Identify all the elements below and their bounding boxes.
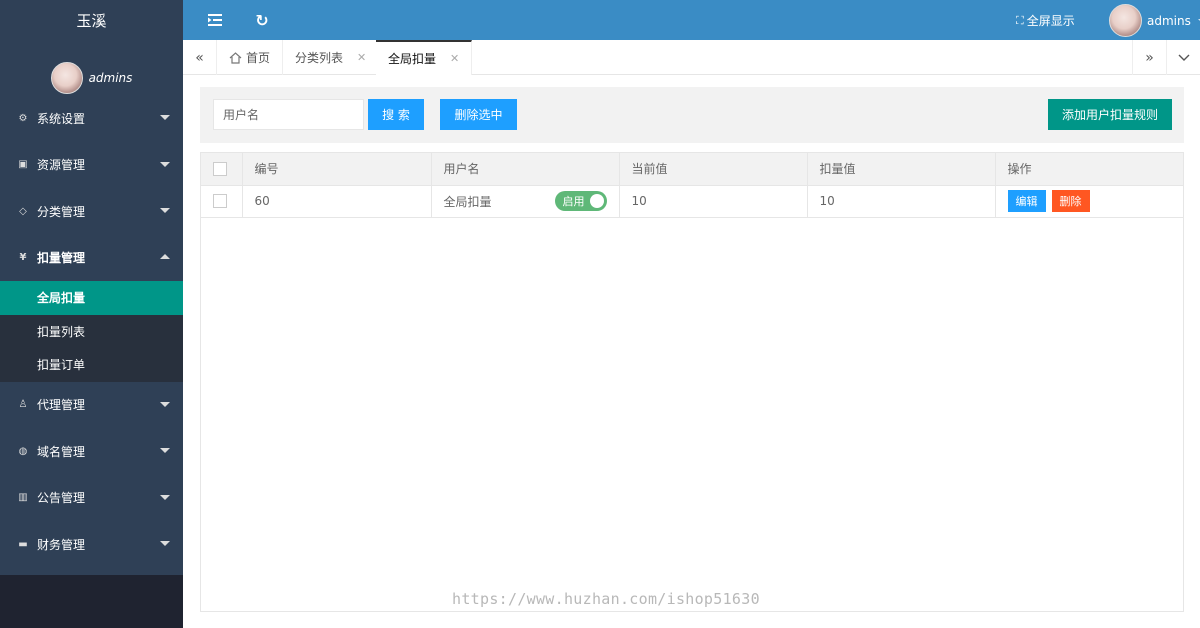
tab-scroll-right-button[interactable]: »: [1132, 40, 1166, 75]
sidebar-item-domains[interactable]: ◍ 域名管理: [0, 428, 183, 475]
book-icon: ▥: [18, 492, 28, 504]
username-search-input[interactable]: [213, 99, 364, 130]
cell-current: 10: [619, 185, 808, 218]
app-title: 玉溪: [0, 0, 183, 40]
play-icon: ▣: [18, 159, 28, 171]
gear-icon: ⚙: [18, 112, 28, 124]
chevron-down-icon: [160, 208, 170, 213]
sidebar-item-announcements[interactable]: ▥ 公告管理: [0, 475, 183, 522]
chevron-down-icon: [160, 494, 170, 500]
sidebar-user[interactable]: admins: [0, 55, 183, 100]
sidebar-item-deduction[interactable]: ¥ 扣量管理: [0, 235, 183, 282]
tab-category-list[interactable]: 分类列表 ✕: [283, 40, 380, 75]
tab-scroll-left-button[interactable]: «: [183, 40, 217, 75]
sidebar-item-label: 代理管理: [37, 398, 86, 413]
tab-bar: « 首页 分类列表 ✕ 全局扣量 ✕ »: [183, 40, 1200, 75]
sidebar-item-agents[interactable]: ♙ 代理管理: [0, 382, 183, 429]
tab-home[interactable]: 首页: [217, 40, 284, 75]
data-table: 编号 用户名 当前值 扣量值 操作 60 全局扣量 启用 10 10 编辑 删除: [200, 152, 1184, 612]
toggle-label: 启用: [562, 195, 585, 208]
chevron-down-icon: [160, 401, 170, 407]
menu-toggle-button[interactable]: [205, 10, 225, 30]
sidebar-user-name: admins: [88, 70, 133, 85]
avatar[interactable]: [50, 61, 83, 94]
sidebar: 玉溪 admins ⚙ 系统设置 ▣ 资源管理 ◇ 分类管理 ¥ 扣量管理 全局…: [0, 0, 183, 628]
sidebar-item-label: 扣量管理: [37, 251, 86, 266]
column-header-deduct[interactable]: 扣量值: [807, 153, 996, 186]
row-select-cell: [201, 185, 243, 218]
sidebar-item-label: 公告管理: [37, 491, 86, 506]
sidebar-footer: [0, 575, 183, 628]
sidebar-item-label: 财务管理: [37, 537, 86, 552]
sidebar-item-label: 域名管理: [37, 444, 86, 459]
select-all-checkbox[interactable]: [213, 162, 227, 176]
sidebar-subitem-global-deduction[interactable]: 全局扣量: [0, 281, 183, 315]
refresh-icon: ↻: [255, 10, 269, 30]
sidebar-item-categories[interactable]: ◇ 分类管理: [0, 188, 183, 235]
user-icon: ♙: [18, 399, 28, 411]
sidebar-item-finance[interactable]: ▬ 财务管理: [0, 521, 183, 568]
close-icon[interactable]: ✕: [357, 51, 366, 64]
sidebar-item-system-settings[interactable]: ⚙ 系统设置: [0, 95, 183, 142]
watermark-text: https://www.huzhan.com/ishop51630: [452, 590, 760, 608]
indent-icon: [208, 14, 222, 26]
fullscreen-icon: ⛶: [1016, 13, 1024, 27]
enable-toggle[interactable]: 启用: [554, 191, 607, 211]
double-chevron-right-icon: »: [1145, 49, 1154, 66]
row-checkbox[interactable]: [213, 194, 227, 209]
sidebar-item-label: 分类管理: [37, 204, 86, 219]
header-user-name: admins: [1147, 13, 1191, 28]
toggle-knob: [589, 194, 604, 208]
chevron-down-icon: [1178, 54, 1189, 61]
cell-username: 全局扣量 启用: [431, 185, 620, 218]
top-header: ↻ ⛶ 全屏显示 admins: [183, 0, 1200, 40]
select-all-cell: [201, 153, 243, 186]
cell-id: 60: [242, 185, 432, 218]
search-toolbar: 搜 索 删除选中 添加用户扣量规则: [200, 87, 1184, 143]
chevron-up-icon: [160, 253, 170, 259]
wallet-icon: ▬: [18, 538, 28, 550]
column-header-username[interactable]: 用户名: [431, 153, 620, 186]
globe-icon: ◍: [18, 445, 28, 457]
chevron-down-icon: [160, 541, 170, 546]
chevron-down-icon: [160, 115, 170, 120]
tab-label: 首页: [246, 51, 271, 65]
sidebar-subitem-deduction-orders[interactable]: 扣量订单: [0, 348, 183, 382]
username-text: 全局扣量: [443, 194, 492, 209]
tab-options-button[interactable]: [1166, 40, 1200, 75]
chevron-down-icon: [160, 161, 170, 167]
table-header-row: 编号 用户名 当前值 扣量值 操作: [201, 153, 1183, 186]
sidebar-nav: ⚙ 系统设置 ▣ 资源管理 ◇ 分类管理 ¥ 扣量管理 全局扣量 扣量列表 扣量…: [0, 95, 183, 568]
header-user-menu[interactable]: admins: [1109, 4, 1200, 37]
tab-label: 全局扣量: [388, 52, 437, 66]
cell-actions: 编辑 删除: [995, 185, 1183, 218]
tab-global-deduction[interactable]: 全局扣量 ✕: [376, 40, 473, 75]
sidebar-item-label: 系统设置: [37, 111, 86, 126]
table-row: 60 全局扣量 启用 10 10 编辑 删除: [201, 185, 1183, 218]
edit-button[interactable]: 编辑: [1007, 190, 1046, 212]
column-header-id[interactable]: 编号: [242, 153, 432, 186]
add-rule-button[interactable]: 添加用户扣量规则: [1048, 99, 1172, 130]
tab-label: 分类列表: [295, 51, 344, 65]
column-header-current[interactable]: 当前值: [619, 153, 808, 186]
sidebar-item-label: 资源管理: [37, 158, 86, 173]
tag-icon: ◇: [19, 205, 27, 217]
search-button[interactable]: 搜 索: [368, 99, 424, 130]
fullscreen-button[interactable]: ⛶ 全屏显示: [1016, 12, 1075, 29]
sidebar-item-resources[interactable]: ▣ 资源管理: [0, 142, 183, 189]
close-icon[interactable]: ✕: [450, 52, 459, 65]
yen-icon: ¥: [19, 252, 27, 264]
chevron-down-icon: [160, 448, 170, 453]
sidebar-subnav: 全局扣量 扣量列表 扣量订单: [0, 281, 183, 382]
double-chevron-left-icon: «: [195, 49, 204, 66]
fullscreen-label: 全屏显示: [1026, 14, 1075, 28]
delete-button[interactable]: 删除: [1051, 190, 1090, 212]
cell-deduct: 10: [807, 185, 996, 218]
delete-selected-button[interactable]: 删除选中: [440, 99, 517, 130]
avatar: [1109, 4, 1142, 37]
home-icon: [229, 51, 242, 64]
refresh-button[interactable]: ↻: [252, 10, 272, 30]
sidebar-subitem-deduction-list[interactable]: 扣量列表: [0, 315, 183, 349]
column-header-actions: 操作: [995, 153, 1183, 186]
